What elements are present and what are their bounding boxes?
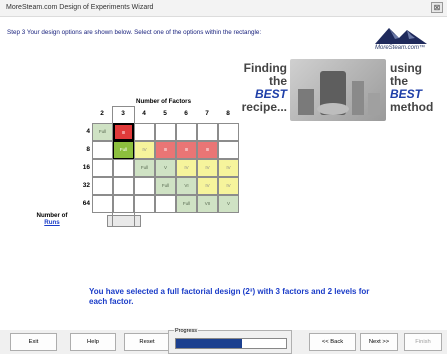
factor-column-header: 8: [226, 110, 230, 117]
design-cell[interactable]: Full: [92, 123, 113, 141]
design-cell[interactable]: IV: [197, 159, 218, 177]
runs-row-header: 4: [86, 128, 90, 135]
design-cell: [134, 195, 155, 213]
design-cell: [218, 141, 239, 159]
design-cell: [218, 123, 239, 141]
runs-row-header: 8: [86, 146, 90, 153]
factor-column-header: 7: [205, 110, 209, 117]
logo-text: MoreSteam.com™: [375, 45, 426, 51]
factor-column-header: 2: [100, 110, 104, 117]
banner-right-line: method: [390, 100, 434, 114]
runs-label-text: Number of: [36, 212, 68, 219]
design-cell[interactable]: VII: [197, 195, 218, 213]
banner-right-text: using the BEST method: [390, 62, 440, 114]
runs-link[interactable]: Runs: [44, 219, 59, 226]
logo: MoreSteam.com™: [369, 22, 435, 56]
title-bar: MoreSteam.com Design of Experiments Wiza…: [0, 0, 447, 17]
exit-button[interactable]: Exit: [10, 333, 57, 351]
close-button[interactable]: ⊠: [431, 2, 443, 13]
factor-column-header: 6: [184, 110, 188, 117]
design-cell[interactable]: III: [176, 141, 197, 159]
design-cell[interactable]: IV: [197, 177, 218, 195]
design-cell[interactable]: VI: [176, 177, 197, 195]
next-button[interactable]: Next >>: [360, 333, 398, 351]
factors-label: Number of Factors: [136, 98, 192, 105]
design-cell: [92, 159, 113, 177]
step-label: Step 3: [7, 29, 26, 36]
help-button[interactable]: Help: [70, 333, 116, 351]
progress-bar: [175, 338, 287, 349]
design-cell: [176, 123, 197, 141]
mixer-icon: [298, 71, 380, 115]
design-cell: [113, 159, 134, 177]
runs-row-header: 32: [82, 182, 90, 189]
factor-column-header: 5: [163, 110, 167, 117]
design-cell[interactable]: IV: [176, 159, 197, 177]
design-cell[interactable]: V: [155, 159, 176, 177]
design-cell: [113, 195, 134, 213]
design-cell[interactable]: IV: [134, 141, 155, 159]
runs-row-header: 64: [82, 200, 90, 207]
design-cell[interactable]: Full: [134, 159, 155, 177]
design-cell: [92, 141, 113, 159]
design-cell: [134, 177, 155, 195]
selection-rectangle-tab: [107, 215, 141, 227]
design-cell[interactable]: III: [155, 141, 176, 159]
design-cell: [134, 123, 155, 141]
kitchen-photo: [290, 59, 386, 121]
progress-label: Progress: [174, 328, 199, 334]
runs-row-header: 16: [82, 164, 90, 171]
design-cell[interactable]: III: [113, 123, 134, 141]
progress-group: Progress: [168, 328, 292, 354]
selection-message: You have selected a full factorial desig…: [89, 287, 370, 306]
design-cell[interactable]: V: [218, 195, 239, 213]
back-button[interactable]: << Back: [309, 333, 356, 351]
design-cell[interactable]: IV: [218, 177, 239, 195]
design-cell[interactable]: Full: [176, 195, 197, 213]
footer: Exit Help Reset Progress << Back Next >>…: [0, 328, 447, 354]
banner: Finding the BEST recipe... using the BES…: [227, 59, 439, 123]
factor-column-header: 3: [121, 110, 125, 117]
design-cell: [92, 177, 113, 195]
step-instruction: Step 3 Your design options are shown bel…: [7, 29, 261, 36]
design-cell: [92, 195, 113, 213]
design-cell: [155, 123, 176, 141]
design-cell: [113, 177, 134, 195]
window-title: MoreSteam.com Design of Experiments Wiza…: [6, 4, 154, 11]
design-cell: [197, 123, 218, 141]
factor-column-header: 4: [142, 110, 146, 117]
progress-fill: [176, 339, 242, 348]
reset-button[interactable]: Reset: [124, 333, 170, 351]
design-cell[interactable]: Full: [155, 177, 176, 195]
design-cell: [155, 195, 176, 213]
step-text: Your design options are shown below. Sel…: [26, 29, 262, 36]
finish-button[interactable]: Finish: [404, 333, 442, 351]
banner-left-text: Finding the BEST recipe...: [227, 62, 287, 114]
design-cell[interactable]: Full: [113, 141, 134, 159]
design-cell[interactable]: III: [197, 141, 218, 159]
runs-label: Number of Runs: [30, 212, 74, 226]
design-cell[interactable]: IV: [218, 159, 239, 177]
